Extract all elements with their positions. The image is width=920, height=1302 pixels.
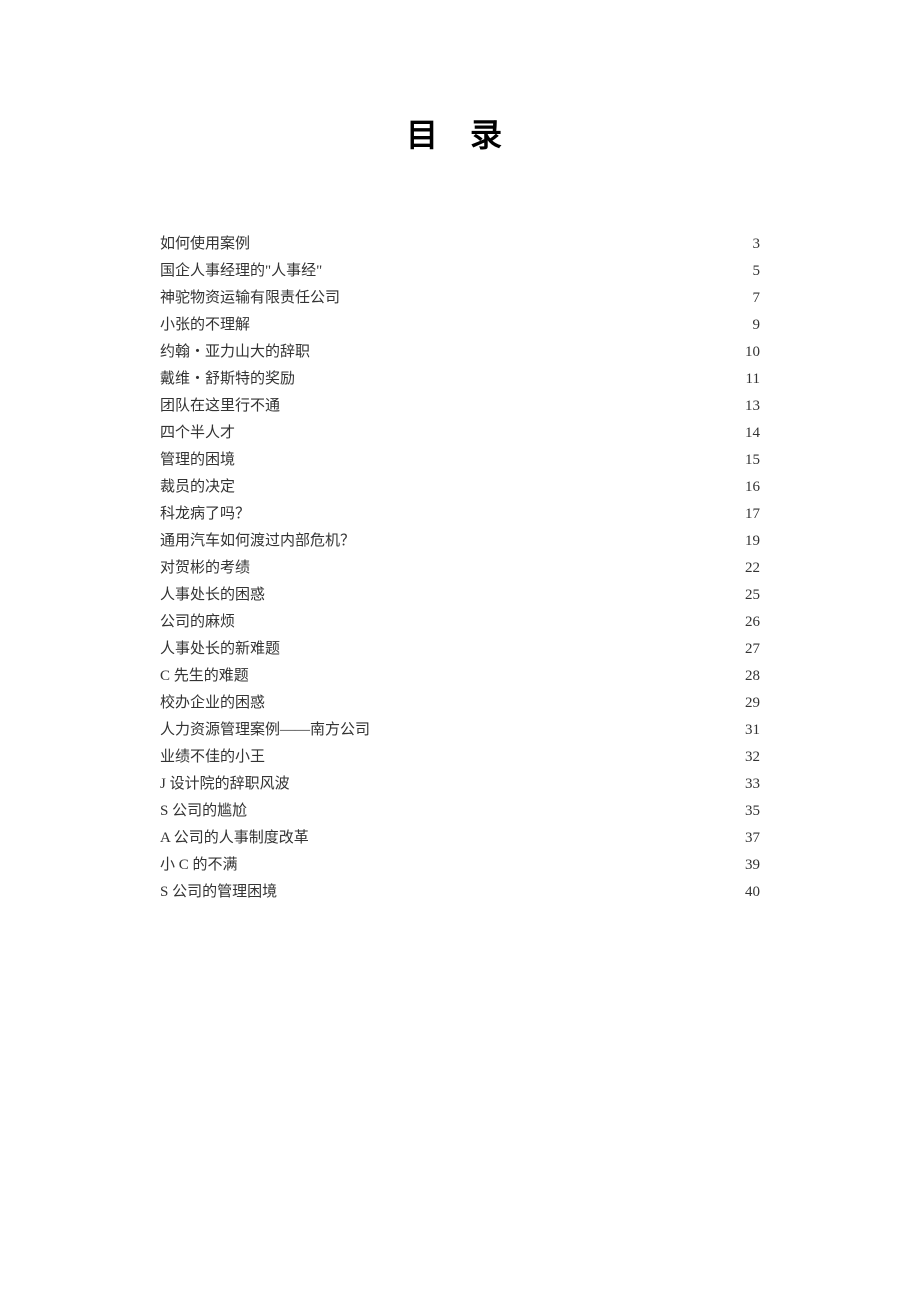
toc-entry[interactable]: 如何使用案例 3 bbox=[160, 231, 760, 258]
toc-entry-label: 四个半人才 bbox=[160, 420, 235, 447]
toc-entry[interactable]: 人力资源管理案例——南方公司 31 bbox=[160, 717, 760, 744]
toc-entry[interactable]: 四个半人才 14 bbox=[160, 420, 760, 447]
toc-entry-label: 裁员的决定 bbox=[160, 474, 235, 501]
toc-entry-page: 39 bbox=[745, 852, 760, 879]
toc-entry-label: S 公司的尴尬 bbox=[160, 798, 247, 825]
toc-entry[interactable]: C 先生的难题 28 bbox=[160, 663, 760, 690]
toc-entry-label: 业绩不佳的小王 bbox=[160, 744, 265, 771]
toc-entry-page: 28 bbox=[745, 663, 760, 690]
toc-entry-page: 33 bbox=[745, 771, 760, 798]
toc-entry-label: 小 C 的不满 bbox=[160, 852, 238, 879]
toc-entry-label: 人力资源管理案例——南方公司 bbox=[160, 717, 370, 744]
toc-entry[interactable]: S 公司的尴尬 35 bbox=[160, 798, 760, 825]
toc-entry-label: J 设计院的辞职风波 bbox=[160, 771, 290, 798]
toc-entry-page: 10 bbox=[745, 339, 760, 366]
toc-entry-label: 如何使用案例 bbox=[160, 231, 250, 258]
toc-entry-page: 25 bbox=[745, 582, 760, 609]
toc-entry-label: S 公司的管理困境 bbox=[160, 879, 277, 906]
table-of-contents: 如何使用案例 3 国企人事经理的"人事经" 5 神驼物资运输有限责任公司 7 小张的不理解 9… bbox=[160, 231, 760, 906]
toc-entry-page: 11 bbox=[746, 366, 760, 393]
toc-entry-page: 22 bbox=[745, 555, 760, 582]
toc-entry[interactable]: 通用汽车如何渡过内部危机？ 19 bbox=[160, 528, 760, 555]
toc-entry[interactable]: S 公司的管理困境 40 bbox=[160, 879, 760, 906]
toc-entry[interactable]: 校办企业的困惑 29 bbox=[160, 690, 760, 717]
toc-entry[interactable]: J 设计院的辞职风波 33 bbox=[160, 771, 760, 798]
toc-entry-page: 13 bbox=[745, 393, 760, 420]
toc-entry-label: 对贺彬的考绩 bbox=[160, 555, 250, 582]
toc-entry-label: 国企人事经理的"人事经" bbox=[160, 258, 322, 285]
toc-entry[interactable]: 小张的不理解 9 bbox=[160, 312, 760, 339]
toc-entry-page: 14 bbox=[745, 420, 760, 447]
toc-entry[interactable]: 国企人事经理的"人事经" 5 bbox=[160, 258, 760, 285]
toc-entry-page: 3 bbox=[753, 231, 761, 258]
toc-entry[interactable]: 公司的麻烦 26 bbox=[160, 609, 760, 636]
toc-entry-page: 29 bbox=[745, 690, 760, 717]
toc-entry[interactable]: 对贺彬的考绩 22 bbox=[160, 555, 760, 582]
toc-entry-page: 15 bbox=[745, 447, 760, 474]
toc-entry-page: 32 bbox=[745, 744, 760, 771]
toc-entry-page: 17 bbox=[745, 501, 760, 528]
toc-entry-page: 9 bbox=[753, 312, 761, 339]
toc-entry-page: 40 bbox=[745, 879, 760, 906]
toc-entry-label: 人事处长的新难题 bbox=[160, 636, 280, 663]
toc-entry[interactable]: 团队在这里行不通 13 bbox=[160, 393, 760, 420]
toc-entry[interactable]: 约翰・亚力山大的辞职 10 bbox=[160, 339, 760, 366]
toc-entry-label: 小张的不理解 bbox=[160, 312, 250, 339]
toc-entry-page: 5 bbox=[753, 258, 761, 285]
toc-entry-label: 校办企业的困惑 bbox=[160, 690, 265, 717]
toc-entry-label: 管理的困境 bbox=[160, 447, 235, 474]
toc-entry[interactable]: 人事处长的新难题 27 bbox=[160, 636, 760, 663]
toc-entry-page: 35 bbox=[745, 798, 760, 825]
toc-entry[interactable]: A 公司的人事制度改革 37 bbox=[160, 825, 760, 852]
toc-entry[interactable]: 裁员的决定 16 bbox=[160, 474, 760, 501]
toc-entry-label: 通用汽车如何渡过内部危机？ bbox=[160, 528, 355, 555]
toc-entry-page: 26 bbox=[745, 609, 760, 636]
toc-entry-label: A 公司的人事制度改革 bbox=[160, 825, 309, 852]
toc-entry[interactable]: 神驼物资运输有限责任公司 7 bbox=[160, 285, 760, 312]
toc-entry-label: 团队在这里行不通 bbox=[160, 393, 280, 420]
toc-entry-page: 7 bbox=[753, 285, 761, 312]
page-title: 目 录 bbox=[160, 110, 760, 156]
toc-entry-page: 31 bbox=[745, 717, 760, 744]
toc-entry-page: 37 bbox=[745, 825, 760, 852]
toc-entry-label: 人事处长的困惑 bbox=[160, 582, 265, 609]
toc-entry-page: 16 bbox=[745, 474, 760, 501]
toc-entry-label: C 先生的难题 bbox=[160, 663, 249, 690]
toc-entry-label: 戴维・舒斯特的奖励 bbox=[160, 366, 295, 393]
toc-entry[interactable]: 小 C 的不满 39 bbox=[160, 852, 760, 879]
toc-entry[interactable]: 管理的困境 15 bbox=[160, 447, 760, 474]
toc-entry-page: 19 bbox=[745, 528, 760, 555]
toc-entry-label: 约翰・亚力山大的辞职 bbox=[160, 339, 310, 366]
toc-entry[interactable]: 业绩不佳的小王 32 bbox=[160, 744, 760, 771]
toc-entry-page: 27 bbox=[745, 636, 760, 663]
toc-entry-label: 科龙病了吗？ bbox=[160, 501, 250, 528]
toc-entry-label: 公司的麻烦 bbox=[160, 609, 235, 636]
toc-entry-label: 神驼物资运输有限责任公司 bbox=[160, 285, 340, 312]
toc-entry[interactable]: 科龙病了吗？ 17 bbox=[160, 501, 760, 528]
toc-entry[interactable]: 戴维・舒斯特的奖励 11 bbox=[160, 366, 760, 393]
toc-entry[interactable]: 人事处长的困惑 25 bbox=[160, 582, 760, 609]
